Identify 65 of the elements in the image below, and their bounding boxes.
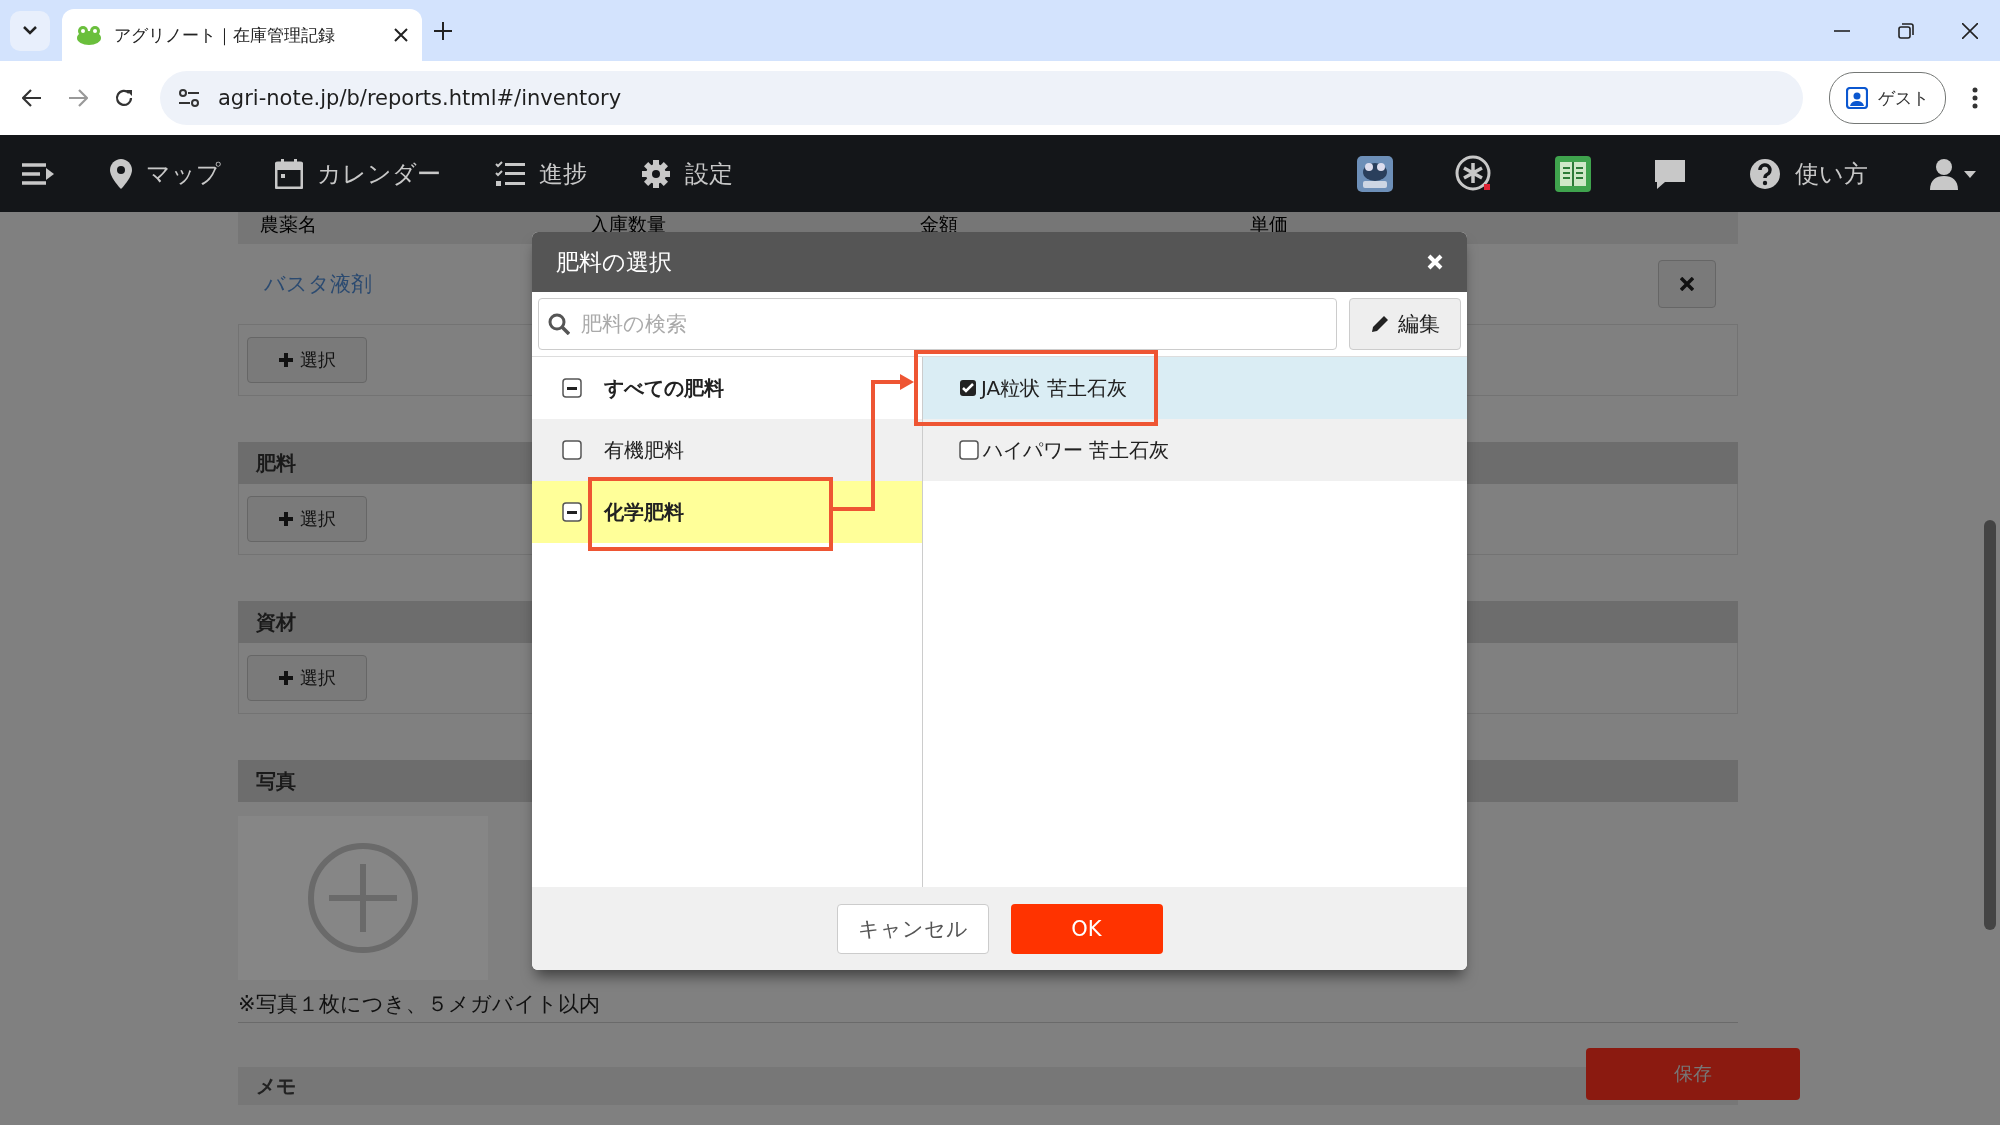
edit-button[interactable]: 編集 <box>1349 298 1461 350</box>
remove-button[interactable] <box>1658 260 1716 308</box>
menu-icon[interactable] <box>22 161 56 186</box>
chevron-down-icon <box>23 26 37 35</box>
profile-button[interactable]: ゲスト <box>1829 72 1946 124</box>
nav-link[interactable]: 設定 <box>641 157 733 190</box>
category-item[interactable]: 有機肥料 <box>532 419 922 481</box>
task-list-icon <box>495 160 525 187</box>
search-icon <box>548 313 570 335</box>
checked-checkbox-icon[interactable] <box>959 379 977 397</box>
map-pin-icon <box>110 158 132 189</box>
partial-checkbox-icon[interactable] <box>562 378 582 398</box>
back-icon[interactable] <box>22 89 42 107</box>
select-button[interactable]: 選択 <box>247 337 367 383</box>
select-button[interactable]: 選択 <box>247 655 367 701</box>
help-link[interactable]: 使い方 <box>1749 157 1868 190</box>
asterisk-circle-icon[interactable] <box>1455 154 1493 193</box>
book-icon[interactable] <box>1555 155 1591 192</box>
category-item[interactable]: すべての肥料 <box>532 357 922 419</box>
plus-icon <box>278 670 294 686</box>
category-item[interactable]: 化学肥料 <box>532 481 922 543</box>
dialog-title: 肥料の選択 <box>556 247 672 277</box>
nav-link[interactable]: カレンダー <box>275 157 441 190</box>
user-menu-icon[interactable] <box>1930 157 1978 190</box>
photo-size-note: ※写真１枚につき、５メガバイト以内 <box>238 990 1738 1023</box>
category-label: 化学肥料 <box>604 498 684 526</box>
nav-link[interactable]: マップ <box>110 157 221 190</box>
reload-icon[interactable] <box>114 88 134 108</box>
frog-icon[interactable] <box>1357 155 1393 192</box>
search-field[interactable]: 肥料の検索 <box>538 298 1337 350</box>
select-button[interactable]: 選択 <box>247 496 367 542</box>
forward-icon[interactable] <box>68 89 88 107</box>
ok-button[interactable]: OK <box>1010 903 1163 954</box>
cancel-button[interactable]: キャンセル <box>836 903 989 954</box>
category-label: すべての肥料 <box>604 374 724 402</box>
person-card-icon <box>1846 87 1868 109</box>
fertilizer-item[interactable]: JA粒状 苦土石灰 <box>923 357 1467 419</box>
checkbox-icon[interactable] <box>959 440 979 460</box>
close-icon[interactable] <box>394 28 408 42</box>
plus-icon <box>278 511 294 527</box>
partial-checkbox-icon[interactable] <box>562 502 582 522</box>
restore-icon[interactable] <box>1898 22 1914 39</box>
nav-link[interactable]: 進捗 <box>495 157 587 190</box>
calendar-icon <box>275 158 303 189</box>
plus-icon <box>278 352 294 368</box>
checkbox-icon[interactable] <box>562 440 582 460</box>
fertilizer-item[interactable]: ハイパワー 苦土石灰 <box>923 419 1467 481</box>
close-icon <box>1680 277 1694 291</box>
chat-icon[interactable] <box>1653 157 1687 190</box>
column-header: 農薬名 <box>260 212 318 236</box>
frog-favicon-icon <box>76 25 102 45</box>
new-tab-icon[interactable] <box>434 21 452 40</box>
more-menu-icon[interactable] <box>1972 87 1978 109</box>
column-header: 単価 <box>1250 212 1289 236</box>
fertilizer-label: JA粒状 苦土石灰 <box>981 374 1127 402</box>
tab-title: アグリノート｜在庫管理記録 <box>114 23 336 47</box>
help-icon <box>1749 157 1781 190</box>
tab-list-button[interactable] <box>10 10 50 51</box>
settings-icon <box>641 158 671 189</box>
pencil-icon <box>1370 314 1390 334</box>
browser-tab[interactable]: アグリノート｜在庫管理記録 <box>62 9 422 61</box>
address-bar[interactable]: agri-note.jp/b/reports.html#/inventory <box>160 71 1803 125</box>
plus-circle-icon <box>307 842 419 954</box>
site-settings-icon[interactable] <box>178 89 200 107</box>
close-window-icon[interactable] <box>1962 22 1978 39</box>
